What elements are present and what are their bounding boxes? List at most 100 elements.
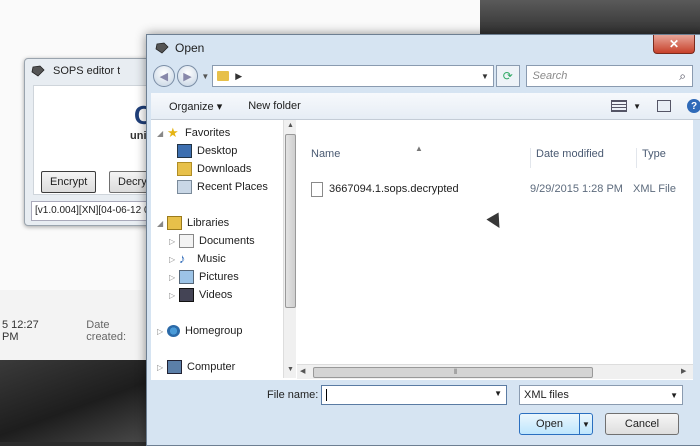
music-icon: ♪	[179, 251, 186, 266]
views-chevron-icon: ▼	[633, 101, 641, 111]
nav-item-documents[interactable]: ▷ Documents	[169, 232, 255, 250]
mouse-cursor-icon	[486, 212, 506, 232]
pictures-icon	[179, 270, 194, 284]
help-icon[interactable]: ?	[687, 99, 700, 113]
dialog-titlebar[interactable]: Open	[147, 35, 700, 61]
cancel-button[interactable]: Cancel	[605, 413, 679, 435]
address-dropdown-chevron-icon[interactable]: ▼	[481, 72, 489, 81]
file-row[interactable]: 3667094.1.sops.decrypted 9/29/2015 1:28 …	[311, 179, 691, 199]
background-desktop-region	[0, 360, 152, 442]
expand-chevron-icon[interactable]: ▷	[169, 237, 175, 246]
dialog-content: ◢ ★ Favorites Desktop Downloads Recent P…	[151, 120, 693, 380]
views-icon	[611, 100, 628, 112]
scroll-right-icon[interactable]: ▶	[681, 367, 686, 375]
preview-pane-icon[interactable]	[657, 100, 671, 112]
scroll-left-icon[interactable]: ◀	[300, 367, 305, 375]
open-dialog[interactable]: Open ✕ ◀ ▶ ▼ ▶ ▼ ⟳ Search ⌕ Organize ▾ N…	[146, 34, 700, 446]
file-type-dropdown-chevron-icon: ▼	[670, 390, 678, 400]
column-header-name[interactable]: Name	[311, 148, 340, 168]
background-status-time: 5 12:27 PM	[2, 319, 39, 343]
document-icon	[311, 181, 323, 197]
search-placeholder: Search	[532, 70, 568, 82]
expand-chevron-icon[interactable]: ▷	[169, 255, 175, 264]
nav-item-favorites[interactable]: ◢ ★ Favorites	[157, 124, 230, 142]
forward-arrow-icon: ▶	[183, 70, 192, 83]
change-view-button[interactable]: ▼	[611, 100, 641, 112]
scroll-down-icon[interactable]: ▼	[287, 366, 294, 373]
collapse-chevron-icon[interactable]: ◢	[157, 129, 163, 138]
file-list-horizontal-scrollbar[interactable]: ◀ ⦀ ▶	[297, 364, 693, 379]
file-type: XML File	[633, 183, 676, 195]
expand-chevron-icon[interactable]: ▷	[169, 273, 175, 282]
file-name-dropdown-chevron-icon[interactable]: ▼	[494, 389, 502, 398]
nav-item-videos[interactable]: ▷ Videos	[169, 286, 232, 304]
toolbar-right-group: ▼ ?	[611, 99, 700, 113]
new-folder-button[interactable]: New folder	[248, 100, 301, 112]
search-input[interactable]: Search ⌕	[525, 65, 693, 87]
dialog-title: Open	[175, 41, 205, 55]
dialog-footer: File name: ▼ XML files ▼ Open ▼ Cancel	[151, 381, 693, 441]
file-type-select[interactable]: XML files ▼	[519, 385, 683, 405]
nav-item-music[interactable]: ▷ ♪ Music	[169, 250, 226, 268]
organize-button[interactable]: Organize ▾	[169, 100, 222, 113]
expand-chevron-icon[interactable]: ▷	[157, 363, 163, 372]
nav-item-desktop[interactable]: Desktop	[177, 142, 237, 160]
sort-indicator-icon: ▲	[415, 144, 423, 153]
breadcrumb-separator-icon[interactable]: ▶	[235, 71, 242, 82]
nav-item-label: Favorites	[185, 127, 231, 139]
nav-pane-scroll-thumb[interactable]	[285, 134, 296, 308]
downloads-folder-icon	[177, 162, 192, 176]
desktop-icon	[177, 144, 192, 158]
homegroup-icon	[167, 325, 180, 337]
navigation-pane[interactable]: ◢ ★ Favorites Desktop Downloads Recent P…	[151, 120, 284, 378]
close-button[interactable]: ✕	[653, 35, 695, 54]
nav-item-label: Music	[197, 253, 226, 265]
column-header-date-modified[interactable]: Date modified	[536, 148, 604, 168]
back-arrow-icon: ◀	[159, 70, 169, 83]
nav-item-label: Pictures	[199, 271, 239, 283]
horizontal-scroll-thumb[interactable]: ⦀	[313, 367, 593, 378]
file-name: 3667094.1.sops.decrypted	[329, 183, 459, 195]
nav-pane-scrollbar[interactable]: ▲ ▼	[283, 120, 296, 378]
encrypt-button[interactable]: Encrypt	[41, 171, 97, 193]
search-icon: ⌕	[679, 69, 686, 83]
videos-icon	[179, 288, 194, 302]
background-status-label: Date created:	[86, 319, 127, 343]
background-status-bar: 5 12:27 PM Date created:	[0, 318, 150, 344]
star-icon: ★	[167, 125, 179, 140]
sops-editor-window[interactable]: SOPS editor t C unive Encrypt Decrypt [v…	[24, 58, 167, 226]
expand-chevron-icon[interactable]: ▷	[157, 327, 163, 336]
nav-item-homegroup[interactable]: ▷ Homegroup	[157, 322, 242, 340]
nav-item-recent-places[interactable]: Recent Places	[177, 178, 268, 196]
back-button[interactable]: ◀	[153, 65, 175, 87]
address-bar[interactable]: ▶ ▼	[212, 65, 494, 87]
nav-item-pictures[interactable]: ▷ Pictures	[169, 268, 239, 286]
collapse-chevron-icon[interactable]: ◢	[157, 219, 163, 228]
nav-item-libraries[interactable]: ◢ Libraries	[157, 214, 229, 232]
file-name-input[interactable]: ▼	[321, 385, 507, 405]
nav-item-label: Documents	[199, 235, 255, 247]
open-button-label: Open	[536, 418, 563, 430]
column-divider[interactable]	[530, 148, 531, 168]
nav-item-label: Desktop	[197, 145, 238, 157]
file-list[interactable]: ▲ Name Date modified Type 3667094.1.sops…	[297, 120, 693, 378]
text-caret	[326, 389, 327, 401]
computer-icon	[167, 360, 182, 374]
nav-item-label: Videos	[199, 289, 233, 301]
column-header-type[interactable]: Type	[642, 148, 666, 168]
forward-button[interactable]: ▶	[176, 65, 199, 87]
nav-item-label: Computer	[187, 361, 236, 373]
file-type-value: XML files	[524, 389, 569, 401]
sops-titlebar[interactable]: SOPS editor t	[25, 59, 165, 83]
scroll-up-icon[interactable]: ▲	[287, 122, 294, 129]
expand-chevron-icon[interactable]: ▷	[169, 291, 175, 300]
column-divider[interactable]	[636, 148, 637, 168]
open-options-chevron-icon[interactable]: ▼	[579, 414, 592, 434]
app-icon	[155, 42, 169, 54]
recent-locations-chevron-icon[interactable]: ▼	[201, 72, 209, 81]
refresh-button[interactable]: ⟳	[495, 65, 520, 87]
nav-item-computer[interactable]: ▷ Computer	[157, 358, 235, 376]
app-icon	[31, 65, 45, 77]
nav-item-downloads[interactable]: Downloads	[177, 160, 251, 178]
open-button[interactable]: Open ▼	[519, 413, 593, 435]
